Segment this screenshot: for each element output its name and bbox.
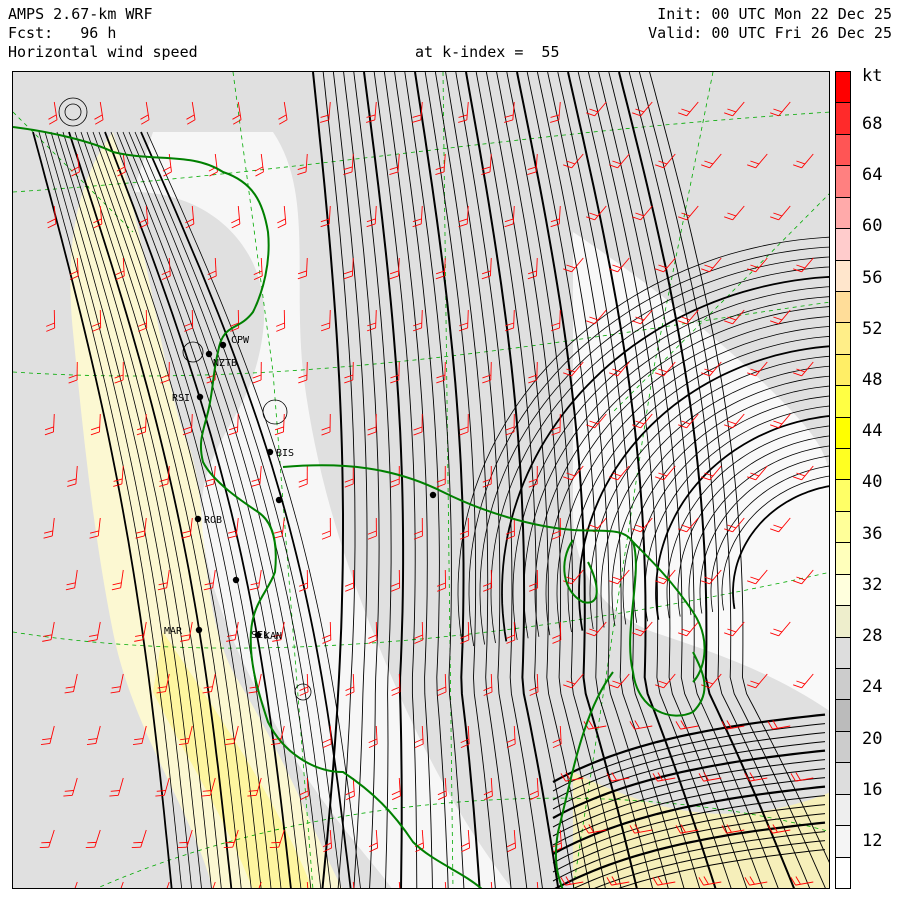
colorbar-swatch	[836, 762, 850, 794]
colorbar-swatch	[836, 72, 850, 103]
colorbar-swatch	[836, 573, 850, 606]
colorbar-tick-label: 12	[862, 831, 883, 851]
colorbar-tick-label: 56	[862, 268, 883, 288]
station-dot	[429, 491, 437, 499]
field-name: Horizontal wind speed	[8, 43, 198, 61]
colorbar-swatch	[836, 322, 850, 354]
station-dot	[194, 515, 202, 523]
colorbar-swatch	[836, 825, 850, 857]
station-label: MAR	[164, 626, 183, 637]
colorbar-tick-label: 52	[862, 319, 883, 339]
station-label: SEL	[251, 630, 269, 641]
colorbar-swatch	[836, 542, 850, 574]
station-dot	[275, 496, 283, 504]
station-dot	[195, 626, 203, 634]
colorbar-swatch	[836, 636, 850, 669]
colorbar-tick-label: 28	[862, 626, 883, 646]
station-label: CPW	[231, 335, 250, 346]
colorbar-tick-label: 36	[862, 524, 883, 544]
station-label: BIS	[276, 448, 294, 459]
colorbar-tick-label: 32	[862, 575, 883, 595]
colorbar-swatch	[836, 165, 850, 197]
colorbar-swatch	[836, 730, 850, 763]
colorbar-tick-label: 40	[862, 472, 883, 492]
colorbar-tick-label: 20	[862, 729, 883, 749]
vertical-level: at k-index = 55	[415, 43, 560, 61]
colorbar-swatch	[836, 102, 850, 134]
colorbar-swatch	[836, 133, 850, 166]
station-dot	[196, 393, 204, 401]
colorbar-swatch	[836, 510, 850, 543]
colorbar-swatch	[836, 605, 850, 637]
barb-staff	[375, 621, 378, 641]
colorbar-swatch	[836, 479, 850, 511]
colorbar-swatch	[836, 290, 850, 323]
valid-time: Valid: 00 UTC Fri 26 Dec 25	[648, 24, 892, 42]
colorbar-swatch	[836, 196, 850, 229]
colorbar-tick-label: 60	[862, 216, 883, 236]
colorbar	[835, 71, 851, 889]
map-canvas: CPWNZTBRSIBISROBKANSELMAR	[13, 72, 829, 888]
colorbar-swatch	[836, 856, 850, 888]
station-dot	[205, 350, 213, 358]
station-label: NZTB	[213, 358, 237, 369]
station-label: RSI	[172, 393, 190, 404]
barb-staff	[467, 621, 470, 641]
wind-speed-map: CPW NZTB RSI BIS ROB KAN SEL MAR	[12, 71, 830, 889]
model-title: AMPS 2.67-km WRF	[8, 5, 153, 23]
colorbar-tick-label: 44	[862, 421, 883, 441]
init-time: Init: 00 UTC Mon 22 Dec 25	[657, 5, 892, 23]
barb-staff	[559, 621, 562, 641]
colorbar-tick-label: 48	[862, 370, 883, 390]
colorbar-unit: kt	[862, 66, 883, 86]
barb-staff	[421, 621, 424, 641]
colorbar-swatch	[836, 353, 850, 386]
barb-staff	[329, 621, 332, 641]
colorbar-swatch	[836, 793, 850, 826]
barb-staff	[513, 621, 516, 641]
colorbar-swatch	[836, 385, 850, 417]
colorbar-swatch	[836, 416, 850, 449]
station-dot	[219, 341, 227, 349]
station-dot	[266, 448, 274, 456]
colorbar-swatch	[836, 668, 850, 700]
forecast-hour: Fcst: 96 h	[8, 24, 117, 42]
colorbar-swatch	[836, 448, 850, 480]
colorbar-swatch	[836, 228, 850, 260]
station-label: ROB	[204, 515, 222, 526]
colorbar-tick-label: 16	[862, 780, 883, 800]
colorbar-tick-label: 68	[862, 114, 883, 134]
colorbar-swatch	[836, 699, 850, 731]
station-dot	[232, 576, 240, 584]
colorbar-tick-label: 24	[862, 677, 883, 697]
colorbar-swatch	[836, 259, 850, 291]
colorbar-tick-label: 64	[862, 165, 883, 185]
